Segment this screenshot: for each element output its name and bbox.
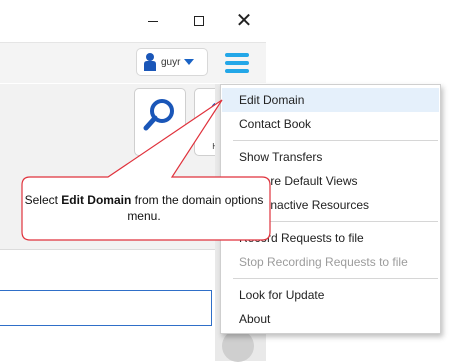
callout-prefix: Select <box>24 193 62 207</box>
callout-text: Select Edit Domain from the domain optio… <box>24 192 264 224</box>
callout-suffix: from the domain options menu. <box>127 193 264 223</box>
callout-bold: Edit Domain <box>61 193 132 207</box>
callout-bubble <box>21 99 271 241</box>
